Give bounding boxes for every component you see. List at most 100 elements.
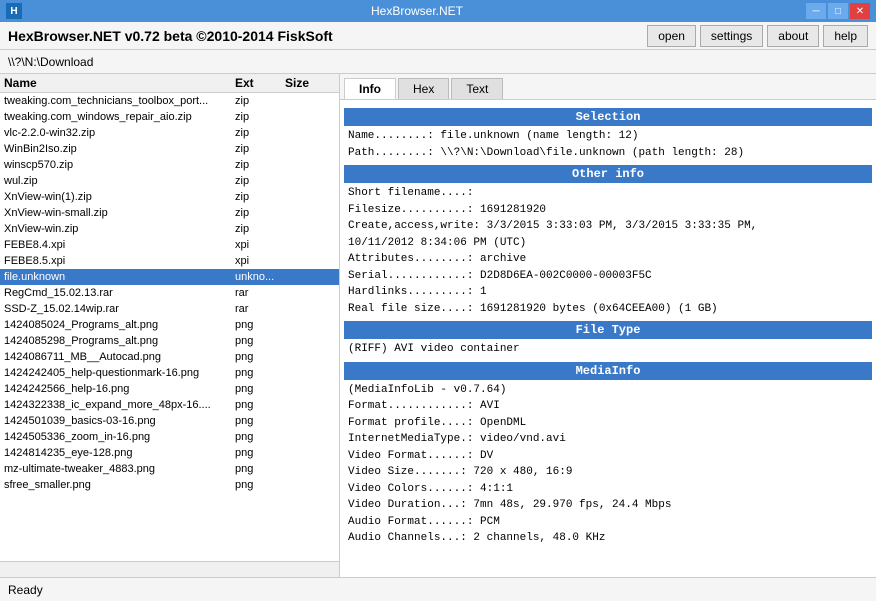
file-row[interactable]: winscp570.zip zip bbox=[0, 157, 339, 173]
info-line: Attributes........: archive bbox=[344, 251, 872, 268]
title-bar: H HexBrowser.NET ─ □ ✕ bbox=[0, 0, 876, 22]
section-header-selection: Selection bbox=[344, 108, 872, 126]
main-area: Name Ext Size tweaking.com_technicians_t… bbox=[0, 74, 876, 577]
file-ext: png bbox=[235, 367, 285, 379]
file-row[interactable]: XnView-win(1).zip zip bbox=[0, 189, 339, 205]
file-ext: zip bbox=[235, 175, 285, 187]
file-ext: png bbox=[235, 479, 285, 491]
open-button[interactable]: open bbox=[647, 25, 696, 47]
section-header-mediainfo: MediaInfo bbox=[344, 362, 872, 380]
file-ext: zip bbox=[235, 207, 285, 219]
tab-text[interactable]: Text bbox=[451, 78, 503, 99]
file-row[interactable]: RegCmd_15.02.13.rar rar bbox=[0, 285, 339, 301]
file-ext: xpi bbox=[235, 255, 285, 267]
file-row[interactable]: 1424242405_help-questionmark-16.png png bbox=[0, 365, 339, 381]
file-name: file.unknown bbox=[4, 271, 235, 283]
file-ext: zip bbox=[235, 159, 285, 171]
file-name: XnView-win.zip bbox=[4, 223, 235, 235]
title-bar-title: HexBrowser.NET bbox=[28, 4, 806, 18]
file-name: wul.zip bbox=[4, 175, 235, 187]
right-panel: InfoHexText SelectionName........: file.… bbox=[340, 74, 876, 577]
app-icon: H bbox=[6, 3, 22, 19]
section-header-file-type: File Type bbox=[344, 321, 872, 339]
file-ext: unkno... bbox=[235, 271, 285, 283]
file-row[interactable]: tweaking.com_windows_repair_aio.zip zip bbox=[0, 109, 339, 125]
file-row[interactable]: vlc-2.2.0-win32.zip zip bbox=[0, 125, 339, 141]
file-row[interactable]: XnView-win.zip zip bbox=[0, 221, 339, 237]
file-name: 1424085298_Programs_alt.png bbox=[4, 335, 235, 347]
file-row[interactable]: FEBE8.4.xpi xpi bbox=[0, 237, 339, 253]
info-line: Video Format......: DV bbox=[344, 448, 872, 465]
minimize-button[interactable]: ─ bbox=[806, 3, 826, 19]
file-row[interactable]: 1424242566_help-16.png png bbox=[0, 381, 339, 397]
file-row[interactable]: 1424085024_Programs_alt.png png bbox=[0, 317, 339, 333]
file-ext: png bbox=[235, 335, 285, 347]
file-name: mz-ultimate-tweaker_4883.png bbox=[4, 463, 235, 475]
help-button[interactable]: help bbox=[823, 25, 868, 47]
col-name-header: Name bbox=[4, 76, 235, 90]
info-line: Audio Channels...: 2 channels, 48.0 KHz bbox=[344, 530, 872, 547]
file-row[interactable]: 1424086711_MB__Autocad.png png bbox=[0, 349, 339, 365]
file-name: XnView-win(1).zip bbox=[4, 191, 235, 203]
file-ext: zip bbox=[235, 95, 285, 107]
file-name: 1424086711_MB__Autocad.png bbox=[4, 351, 235, 363]
maximize-button[interactable]: □ bbox=[828, 3, 848, 19]
info-line: 10/11/2012 8:34:06 PM (UTC) bbox=[344, 235, 872, 252]
file-row[interactable]: 1424085298_Programs_alt.png png bbox=[0, 333, 339, 349]
file-row[interactable]: WinBin2Iso.zip zip bbox=[0, 141, 339, 157]
file-row[interactable]: file.unknown unkno... bbox=[0, 269, 339, 285]
file-list-header: Name Ext Size bbox=[0, 74, 339, 93]
status-bar: Ready bbox=[0, 577, 876, 601]
info-line: Format............: AVI bbox=[344, 398, 872, 415]
file-name: 1424242566_help-16.png bbox=[4, 383, 235, 395]
file-name: WinBin2Iso.zip bbox=[4, 143, 235, 155]
file-name: XnView-win-small.zip bbox=[4, 207, 235, 219]
file-row[interactable]: sfree_smaller.png png bbox=[0, 477, 339, 493]
info-line: (MediaInfoLib - v0.7.64) bbox=[344, 382, 872, 399]
file-row[interactable]: SSD-Z_15.02.14wip.rar rar bbox=[0, 301, 339, 317]
file-ext: zip bbox=[235, 143, 285, 155]
app-title: HexBrowser.NET v0.72 beta ©2010-2014 Fis… bbox=[8, 28, 643, 44]
file-row[interactable]: mz-ultimate-tweaker_4883.png png bbox=[0, 461, 339, 477]
info-line: (RIFF) AVI video container bbox=[344, 341, 872, 358]
close-button[interactable]: ✕ bbox=[850, 3, 870, 19]
info-line: Hardlinks.........: 1 bbox=[344, 284, 872, 301]
file-ext: zip bbox=[235, 127, 285, 139]
file-row[interactable]: 1424814235_eye-128.png png bbox=[0, 445, 339, 461]
info-line: Video Duration...: 7mn 48s, 29.970 fps, … bbox=[344, 497, 872, 514]
file-name: tweaking.com_windows_repair_aio.zip bbox=[4, 111, 235, 123]
file-name: winscp570.zip bbox=[4, 159, 235, 171]
file-list-body[interactable]: tweaking.com_technicians_toolbox_port...… bbox=[0, 93, 339, 561]
info-line: Short filename....: bbox=[344, 185, 872, 202]
menu-bar: HexBrowser.NET v0.72 beta ©2010-2014 Fis… bbox=[0, 22, 876, 50]
about-button[interactable]: about bbox=[767, 25, 819, 47]
title-bar-controls: ─ □ ✕ bbox=[806, 3, 870, 19]
file-row[interactable]: FEBE8.5.xpi xpi bbox=[0, 253, 339, 269]
col-size-header: Size bbox=[285, 76, 335, 90]
file-row[interactable]: 1424501039_basics-03-16.png png bbox=[0, 413, 339, 429]
tab-info[interactable]: Info bbox=[344, 78, 396, 99]
settings-button[interactable]: settings bbox=[700, 25, 763, 47]
file-ext: png bbox=[235, 383, 285, 395]
file-ext: png bbox=[235, 319, 285, 331]
info-panel[interactable]: SelectionName........: file.unknown (nam… bbox=[340, 100, 876, 577]
file-ext: xpi bbox=[235, 239, 285, 251]
hscroll-inner bbox=[0, 562, 339, 577]
file-name: 1424085024_Programs_alt.png bbox=[4, 319, 235, 331]
info-line: Video Colors......: 4:1:1 bbox=[344, 481, 872, 498]
info-line: Filesize..........: 1691281920 bbox=[344, 202, 872, 219]
file-ext: zip bbox=[235, 111, 285, 123]
hscroll-bar[interactable] bbox=[0, 561, 339, 577]
file-row[interactable]: 1424322338_ic_expand_more_48px-16.... pn… bbox=[0, 397, 339, 413]
file-name: vlc-2.2.0-win32.zip bbox=[4, 127, 235, 139]
file-row[interactable]: XnView-win-small.zip zip bbox=[0, 205, 339, 221]
file-row[interactable]: tweaking.com_technicians_toolbox_port...… bbox=[0, 93, 339, 109]
file-name: tweaking.com_technicians_toolbox_port... bbox=[4, 95, 235, 107]
file-row[interactable]: wul.zip zip bbox=[0, 173, 339, 189]
info-line: Video Size.......: 720 x 480, 16:9 bbox=[344, 464, 872, 481]
file-row[interactable]: 1424505336_zoom_in-16.png png bbox=[0, 429, 339, 445]
tab-hex[interactable]: Hex bbox=[398, 78, 449, 99]
path-label: \\?\N:\Download bbox=[8, 55, 93, 69]
file-ext: png bbox=[235, 463, 285, 475]
info-line: Create,access,write: 3/3/2015 3:33:03 PM… bbox=[344, 218, 872, 235]
